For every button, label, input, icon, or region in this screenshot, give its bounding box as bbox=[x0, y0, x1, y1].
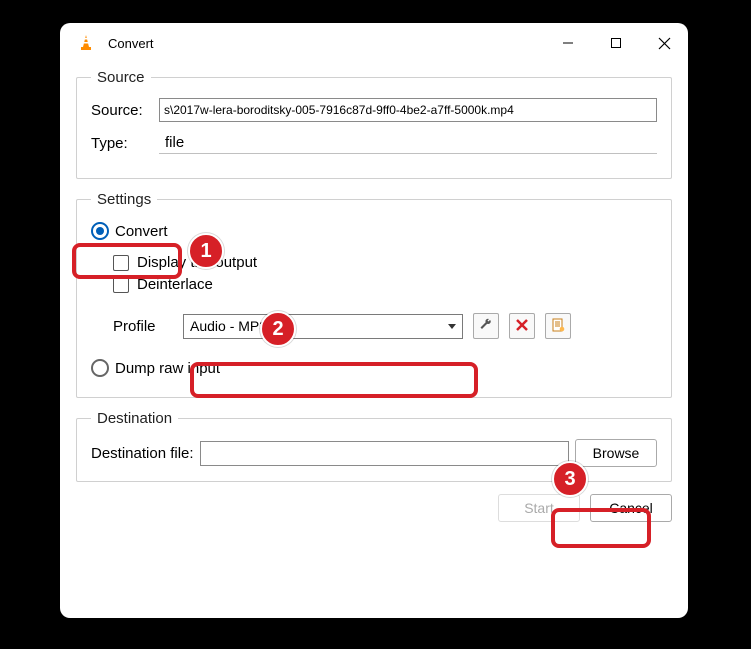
edit-profile-button[interactable] bbox=[473, 313, 499, 339]
dump-raw-label: Dump raw input bbox=[115, 360, 220, 377]
dialog-content: Source Source: Type: file Settings Conve… bbox=[60, 63, 688, 536]
display-output-checkbox[interactable] bbox=[113, 255, 129, 271]
dump-raw-radio[interactable] bbox=[91, 359, 109, 377]
window-title: Convert bbox=[108, 36, 154, 51]
vlc-cone-icon bbox=[76, 33, 96, 53]
maximize-button[interactable] bbox=[592, 23, 640, 63]
browse-button[interactable]: Browse bbox=[575, 439, 657, 467]
type-value: file bbox=[159, 132, 657, 154]
source-legend: Source bbox=[91, 69, 151, 86]
convert-dialog: Convert Source Source: Type: file Settin… bbox=[60, 23, 688, 618]
source-input[interactable] bbox=[159, 98, 657, 122]
destination-fieldset: Destination Destination file: Browse bbox=[76, 410, 672, 482]
display-output-label: Display the output bbox=[137, 254, 257, 271]
delete-profile-button[interactable] bbox=[509, 313, 535, 339]
titlebar: Convert bbox=[60, 23, 688, 63]
button-row: Start Cancel bbox=[76, 494, 672, 522]
new-profile-icon bbox=[550, 317, 566, 336]
minimize-button[interactable] bbox=[544, 23, 592, 63]
window-controls bbox=[544, 23, 688, 63]
source-fieldset: Source Source: Type: file bbox=[76, 69, 672, 179]
deinterlace-checkbox[interactable] bbox=[113, 277, 129, 293]
deinterlace-label: Deinterlace bbox=[137, 276, 213, 293]
x-icon bbox=[515, 318, 529, 335]
profile-select[interactable]: Audio - MP3 bbox=[183, 314, 463, 339]
settings-fieldset: Settings Convert Display the output Dein… bbox=[76, 191, 672, 398]
start-button[interactable]: Start bbox=[498, 494, 580, 522]
cancel-button[interactable]: Cancel bbox=[590, 494, 672, 522]
new-profile-button[interactable] bbox=[545, 313, 571, 339]
profile-label: Profile bbox=[113, 318, 173, 335]
destination-legend: Destination bbox=[91, 410, 178, 427]
convert-radio-label: Convert bbox=[115, 223, 168, 240]
settings-legend: Settings bbox=[91, 191, 157, 208]
convert-radio[interactable] bbox=[91, 222, 109, 240]
destination-label: Destination file: bbox=[91, 445, 194, 462]
wrench-icon bbox=[478, 317, 494, 336]
type-label: Type: bbox=[91, 135, 159, 152]
close-button[interactable] bbox=[640, 23, 688, 63]
destination-input[interactable] bbox=[200, 441, 569, 466]
source-label: Source: bbox=[91, 102, 159, 119]
